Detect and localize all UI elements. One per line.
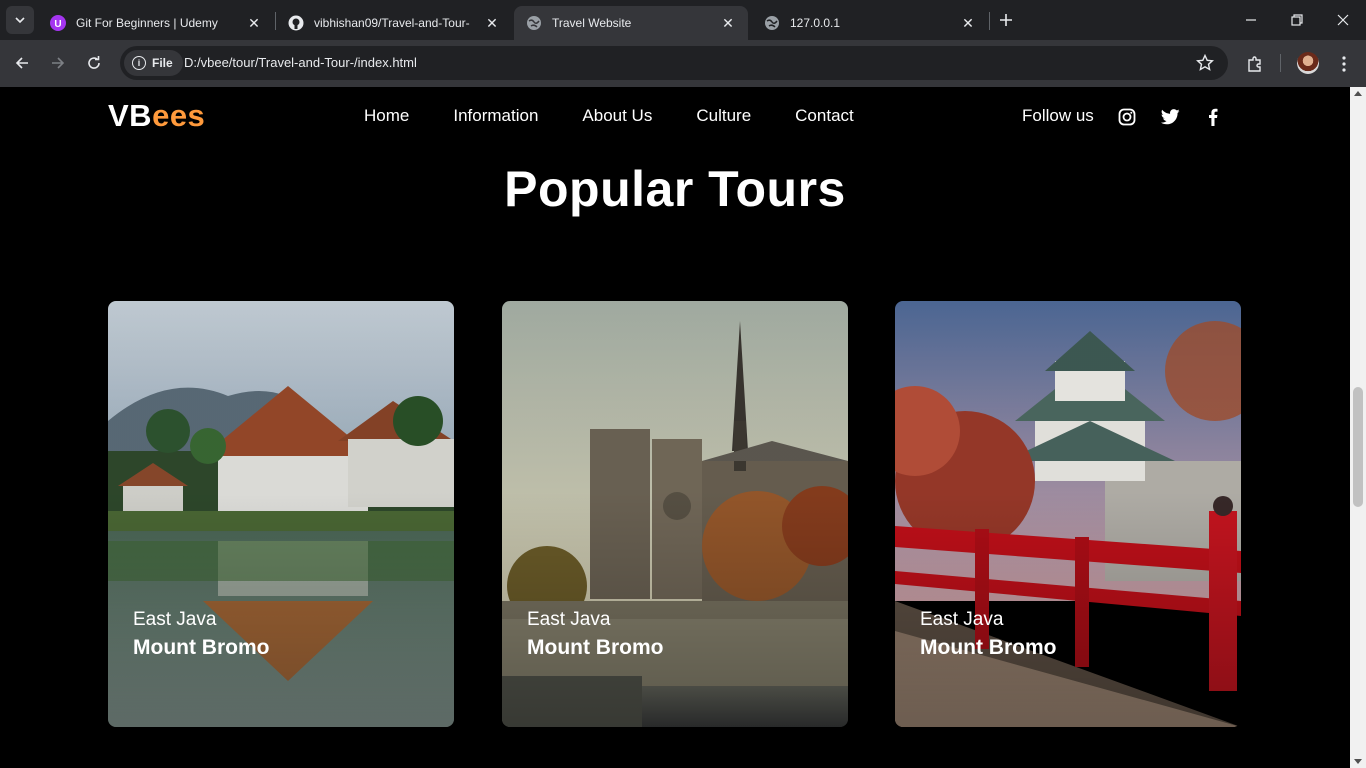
forward-button[interactable]	[44, 49, 72, 77]
address-bar[interactable]: i File D:/vbee/tour/Travel-and-Tour-/ind…	[120, 46, 1228, 80]
tour-card[interactable]: East Java Mount Bromo	[108, 301, 454, 727]
card-region: East Java	[920, 609, 1004, 630]
browser-toolbar: i File D:/vbee/tour/Travel-and-Tour-/ind…	[0, 40, 1366, 87]
more-vertical-icon	[1342, 56, 1346, 72]
site-logo[interactable]: VBees	[108, 98, 205, 134]
card-place: Mount Bromo	[527, 636, 664, 659]
site-info-chip[interactable]: i File	[124, 50, 183, 76]
card-overlay	[502, 301, 848, 727]
browser-tab-bar: U Git For Beginners | Udemy ✕ vibhishan0…	[0, 0, 1366, 40]
reload-icon	[88, 56, 100, 69]
nav-contact[interactable]: Contact	[795, 106, 854, 126]
logo-primary: VB	[108, 98, 153, 133]
reload-button[interactable]	[80, 49, 108, 77]
url-text[interactable]: D:/vbee/tour/Travel-and-Tour-/index.html	[184, 55, 417, 70]
card-place: Mount Bromo	[920, 636, 1057, 659]
arrow-left-icon	[15, 57, 28, 69]
tour-card[interactable]: East Java Mount Bromo	[895, 301, 1241, 727]
logo-accent: ees	[152, 98, 206, 133]
site-info-label: File	[152, 56, 173, 70]
section-title: Popular Tours	[504, 161, 846, 217]
page-scrollbar[interactable]	[1350, 87, 1366, 768]
close-icon	[1337, 14, 1349, 26]
scroll-down-icon[interactable]	[1354, 759, 1362, 764]
restore-button[interactable]	[1274, 0, 1320, 40]
close-icon[interactable]: ✕	[246, 15, 262, 31]
instagram-icon[interactable]	[1117, 107, 1137, 127]
page-viewport: VBees Home Information About Us Culture …	[0, 87, 1350, 768]
tab-title: 127.0.0.1	[790, 16, 841, 30]
nav-home[interactable]: Home	[364, 106, 409, 126]
globe-icon	[764, 15, 780, 31]
arrow-right-icon	[52, 57, 65, 69]
toolbar-divider	[1280, 54, 1281, 72]
scroll-up-icon[interactable]	[1354, 91, 1362, 96]
tab-title: vibhishan09/Travel-and-Tour-	[314, 16, 470, 30]
puzzle-icon	[1248, 56, 1261, 72]
tab-github[interactable]: vibhishan09/Travel-and-Tour- ✕	[276, 6, 512, 40]
tab-search-button[interactable]	[6, 6, 34, 34]
twitter-icon[interactable]	[1160, 107, 1180, 127]
back-button[interactable]	[8, 49, 36, 77]
tab-travel-website[interactable]: Travel Website ✕	[514, 6, 748, 40]
tab-separator	[989, 12, 990, 30]
tab-localhost[interactable]: 127.0.0.1 ✕	[752, 6, 988, 40]
close-icon[interactable]: ✕	[960, 15, 976, 31]
card-region: East Java	[133, 609, 217, 630]
card-region: East Java	[527, 609, 611, 630]
globe-icon	[526, 15, 542, 31]
card-place: Mount Bromo	[133, 636, 270, 659]
tab-udemy[interactable]: U Git For Beginners | Udemy ✕	[38, 6, 274, 40]
chevron-down-icon	[15, 17, 25, 24]
card-overlay	[895, 301, 1241, 727]
restore-icon	[1291, 14, 1303, 26]
follow-us-label: Follow us	[1022, 106, 1094, 125]
extensions-button[interactable]	[1243, 52, 1267, 76]
browser-menu-button[interactable]	[1332, 52, 1356, 76]
nav-culture[interactable]: Culture	[696, 106, 751, 126]
udemy-icon: U	[50, 15, 66, 31]
card-overlay	[108, 301, 454, 727]
minimize-button[interactable]	[1228, 0, 1274, 40]
scroll-thumb[interactable]	[1353, 387, 1363, 507]
bookmark-star-icon[interactable]	[1196, 54, 1214, 72]
close-icon[interactable]: ✕	[720, 15, 736, 31]
nav-information[interactable]: Information	[453, 106, 538, 126]
svg-text:U: U	[54, 19, 61, 30]
tour-card[interactable]: East Java Mount Bromo	[502, 301, 848, 727]
tab-title: Travel Website	[552, 16, 632, 30]
main-nav: Home Information About Us Culture Contac…	[364, 106, 898, 126]
github-icon	[288, 15, 304, 31]
close-window-button[interactable]	[1320, 0, 1366, 40]
minimize-icon	[1246, 19, 1256, 21]
new-tab-button[interactable]	[994, 8, 1018, 32]
profile-avatar[interactable]	[1297, 52, 1319, 74]
facebook-icon[interactable]	[1203, 107, 1223, 127]
tab-title: Git For Beginners | Udemy	[76, 16, 218, 30]
plus-icon	[1000, 14, 1012, 26]
info-icon: i	[132, 56, 146, 70]
nav-about-us[interactable]: About Us	[582, 106, 652, 126]
close-icon[interactable]: ✕	[484, 15, 500, 31]
